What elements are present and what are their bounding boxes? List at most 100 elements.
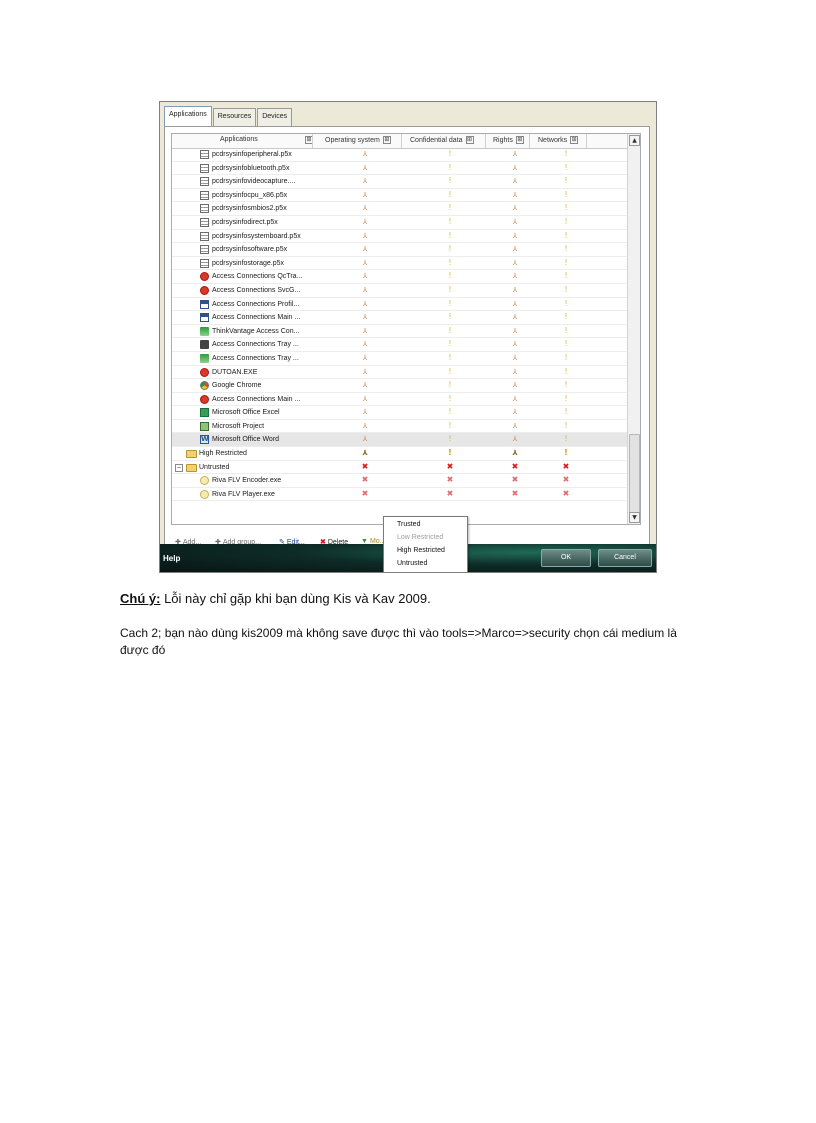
- table-row[interactable]: Access Connections Tray ... ⅄! ⅄!: [172, 352, 628, 366]
- prompt-icon[interactable]: !: [445, 217, 455, 227]
- table-row[interactable]: pcdrsysinfosystemboard.p5x ⅄! ⅄!: [172, 230, 628, 244]
- tab-devices[interactable]: Devices: [257, 108, 293, 127]
- prompt-icon[interactable]: !: [561, 203, 571, 213]
- table-row[interactable]: pcdrsysinfocpu_x86.p5x ⅄! ⅄!: [172, 189, 628, 203]
- table-row[interactable]: Access Connections QcTra... ⅄! ⅄!: [172, 270, 628, 284]
- table-row[interactable]: Access Connections SvcG... ⅄! ⅄!: [172, 284, 628, 298]
- table-row[interactable]: Access Connections Profil... ⅄! ⅄!: [172, 298, 628, 312]
- allow-icon[interactable]: ⅄: [510, 149, 520, 159]
- column-header-networks[interactable]: Networks ⊞: [538, 136, 579, 144]
- prompt-icon[interactable]: !: [445, 367, 455, 377]
- table-row[interactable]: pcdrsysinfostorage.p5x ⅄! ⅄!: [172, 257, 628, 271]
- deny-icon[interactable]: ✖: [445, 462, 455, 472]
- scroll-up-icon[interactable]: ▲: [629, 135, 640, 146]
- deny-icon[interactable]: ✖: [510, 489, 520, 499]
- prompt-icon[interactable]: !: [561, 421, 571, 431]
- allow-icon[interactable]: ⅄: [510, 203, 520, 213]
- table-row[interactable]: Access Connections Tray ... ⅄! ⅄!: [172, 338, 628, 352]
- allow-icon[interactable]: ⅄: [510, 434, 520, 444]
- menu-item-high-restricted[interactable]: High Restricted: [397, 547, 445, 554]
- allow-icon[interactable]: ⅄: [360, 353, 370, 363]
- prompt-icon[interactable]: !: [445, 258, 455, 268]
- tab-applications[interactable]: Applications: [164, 106, 212, 127]
- prompt-icon[interactable]: !: [445, 244, 455, 254]
- help-link[interactable]: Help: [163, 554, 180, 563]
- deny-icon[interactable]: ✖: [561, 475, 571, 485]
- allow-icon[interactable]: ⅄: [360, 407, 370, 417]
- allow-icon[interactable]: ⅄: [360, 421, 370, 431]
- tab-resources[interactable]: Resources: [212, 108, 257, 127]
- column-header-operating-system[interactable]: Operating system ⊞: [325, 136, 391, 144]
- allow-icon[interactable]: ⅄: [510, 299, 520, 309]
- prompt-icon[interactable]: !: [561, 149, 571, 159]
- allow-icon[interactable]: ⅄: [360, 271, 370, 281]
- prompt-icon[interactable]: !: [445, 149, 455, 159]
- allow-icon[interactable]: ⅄: [510, 258, 520, 268]
- ok-button[interactable]: OK: [541, 549, 591, 567]
- scroll-down-icon[interactable]: ▼: [629, 512, 640, 523]
- prompt-icon[interactable]: !: [445, 421, 455, 431]
- prompt-icon[interactable]: !: [445, 353, 455, 363]
- prompt-icon[interactable]: !: [445, 448, 455, 458]
- allow-icon[interactable]: ⅄: [360, 380, 370, 390]
- deny-icon[interactable]: ✖: [445, 475, 455, 485]
- prompt-icon[interactable]: !: [445, 407, 455, 417]
- allow-icon[interactable]: ⅄: [360, 231, 370, 241]
- deny-icon[interactable]: ✖: [561, 489, 571, 499]
- allow-icon[interactable]: ⅄: [510, 339, 520, 349]
- allow-icon[interactable]: ⅄: [360, 312, 370, 322]
- prompt-icon[interactable]: !: [445, 434, 455, 444]
- allow-icon[interactable]: ⅄: [510, 190, 520, 200]
- allow-icon[interactable]: ⅄: [510, 244, 520, 254]
- allow-icon[interactable]: ⅄: [510, 407, 520, 417]
- collapse-icon[interactable]: −: [175, 463, 183, 472]
- prompt-icon[interactable]: !: [561, 258, 571, 268]
- allow-icon[interactable]: ⅄: [510, 176, 520, 186]
- expand-column-icon[interactable]: ⊞: [465, 136, 474, 144]
- prompt-icon[interactable]: !: [561, 367, 571, 377]
- prompt-icon[interactable]: !: [561, 285, 571, 295]
- table-row[interactable]: pcdrsysinfoperipheral.p5x ⅄! ⅄!: [172, 148, 628, 162]
- allow-icon[interactable]: ⅄: [360, 448, 370, 458]
- prompt-icon[interactable]: !: [445, 299, 455, 309]
- allow-icon[interactable]: ⅄: [510, 231, 520, 241]
- expand-column-icon[interactable]: ⊞: [570, 136, 579, 144]
- allow-icon[interactable]: ⅄: [360, 434, 370, 444]
- group-row[interactable]: − Untrusted ✖ ✖ ✖ ✖: [172, 461, 628, 475]
- prompt-icon[interactable]: !: [445, 394, 455, 404]
- allow-icon[interactable]: ⅄: [510, 163, 520, 173]
- prompt-icon[interactable]: !: [445, 326, 455, 336]
- allow-icon[interactable]: ⅄: [510, 217, 520, 227]
- table-row[interactable]: pcdrsysinfosmbios2.p5x ⅄! ⅄!: [172, 202, 628, 216]
- deny-icon[interactable]: ✖: [510, 475, 520, 485]
- table-row[interactable]: ThinkVantage Access Con... ⅄! ⅄!: [172, 325, 628, 339]
- deny-icon[interactable]: ✖: [510, 462, 520, 472]
- allow-icon[interactable]: ⅄: [360, 299, 370, 309]
- prompt-icon[interactable]: !: [445, 203, 455, 213]
- allow-icon[interactable]: ⅄: [510, 285, 520, 295]
- prompt-icon[interactable]: !: [561, 176, 571, 186]
- allow-icon[interactable]: ⅄: [360, 339, 370, 349]
- prompt-icon[interactable]: !: [561, 448, 571, 458]
- table-row[interactable]: DUTOAN.EXE ⅄! ⅄!: [172, 366, 628, 380]
- table-row[interactable]: pcdrsysinfodirect.p5x ⅄! ⅄!: [172, 216, 628, 230]
- allow-icon[interactable]: ⅄: [360, 163, 370, 173]
- allow-icon[interactable]: ⅄: [510, 353, 520, 363]
- deny-icon[interactable]: ✖: [360, 489, 370, 499]
- allow-icon[interactable]: ⅄: [510, 448, 520, 458]
- allow-icon[interactable]: ⅄: [510, 380, 520, 390]
- prompt-icon[interactable]: !: [561, 394, 571, 404]
- deny-icon[interactable]: ✖: [360, 475, 370, 485]
- menu-item-trusted[interactable]: Trusted: [397, 521, 420, 528]
- table-row[interactable]: pcdrsysinfovideocapture.... ⅄! ⅄!: [172, 175, 628, 189]
- table-row[interactable]: Microsoft Office Excel ⅄! ⅄!: [172, 406, 628, 420]
- deny-icon[interactable]: ✖: [360, 462, 370, 472]
- table-row[interactable]: Google Chrome ⅄! ⅄!: [172, 379, 628, 393]
- allow-icon[interactable]: ⅄: [510, 367, 520, 377]
- prompt-icon[interactable]: !: [561, 407, 571, 417]
- prompt-icon[interactable]: !: [445, 231, 455, 241]
- prompt-icon[interactable]: !: [445, 380, 455, 390]
- cancel-button[interactable]: Cancel: [598, 549, 652, 567]
- prompt-icon[interactable]: !: [561, 190, 571, 200]
- table-row[interactable]: Riva FLV Player.exe ✖ ✖ ✖ ✖: [172, 488, 628, 502]
